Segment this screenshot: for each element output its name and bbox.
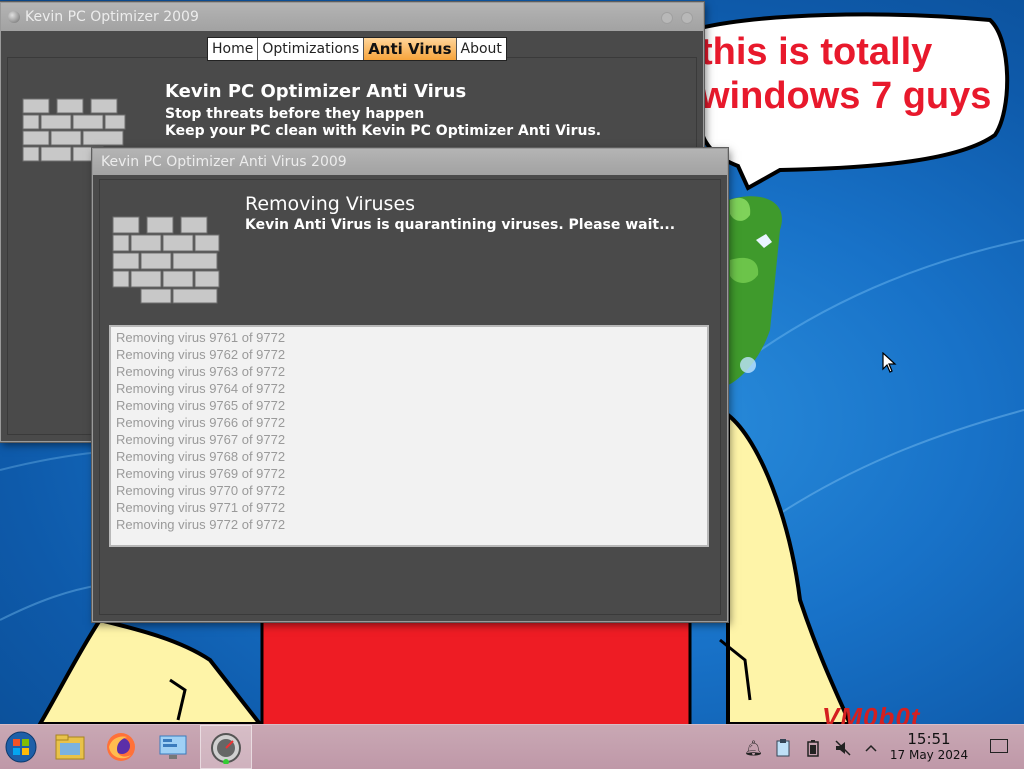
clipboard-icon[interactable]: [774, 739, 792, 757]
clock-time: 15:51: [907, 730, 951, 748]
taskbar: 🔔︎ 15:51 17 May 2024: [0, 724, 1024, 769]
volume-muted-icon[interactable]: [834, 739, 852, 757]
log-line: Removing virus 9765 of 9772: [116, 398, 286, 413]
clock-date: 17 May 2024: [889, 748, 969, 762]
virus-removal-log[interactable]: Removing virus 9761 of 9772 Removing viru…: [109, 325, 709, 547]
dialog-titlebar[interactable]: Kevin PC Optimizer Anti Virus 2009: [93, 149, 727, 175]
mouse-cursor-icon: [882, 352, 897, 373]
kevin-optimizer-taskbar-button[interactable]: [200, 725, 252, 769]
tab-home[interactable]: Home: [208, 38, 259, 60]
tab-about[interactable]: About: [456, 38, 506, 60]
log-line: Removing virus 9762 of 9772: [116, 347, 286, 362]
kevin-optimizer-icon: [211, 733, 241, 764]
notification-bell-icon[interactable]: 🔔︎: [744, 739, 763, 757]
log-line: Removing virus 9769 of 9772: [116, 466, 286, 481]
anti-virus-dialog: Kevin PC Optimizer Anti Virus 2009 Remov…: [92, 148, 728, 622]
minimize-button[interactable]: [661, 12, 673, 24]
file-manager-icon[interactable]: [54, 731, 86, 763]
battery-icon[interactable]: [804, 739, 822, 757]
dialog-heading: Removing Viruses: [245, 193, 416, 215]
tab-optimizations[interactable]: Optimizations: [258, 38, 365, 60]
main-tab-bar: Home Optimizations Anti Virus About: [207, 37, 507, 61]
start-orb-icon[interactable]: [5, 731, 37, 763]
firewall-brick-icon: [112, 216, 220, 304]
app-icon: [8, 11, 20, 23]
log-line: Removing virus 9763 of 9772: [116, 364, 286, 379]
close-button[interactable]: [681, 12, 693, 24]
tray-expand-chevron-icon[interactable]: [862, 739, 880, 757]
speech-bubble-line-1: this is totally: [700, 31, 933, 73]
dialog-title: Kevin PC Optimizer Anti Virus 2009: [101, 154, 347, 170]
log-line: Removing virus 9772 of 9772: [116, 517, 286, 532]
log-line: Removing virus 9771 of 9772: [116, 500, 286, 515]
show-desktop-button[interactable]: [990, 739, 1008, 753]
log-line: Removing virus 9768 of 9772: [116, 449, 286, 464]
main-window-title: Kevin PC Optimizer 2009: [25, 9, 199, 25]
control-panel-icon[interactable]: [157, 731, 189, 763]
log-line: Removing virus 9766 of 9772: [116, 415, 286, 430]
speech-bubble: this is totally windows 7 guys: [700, 30, 1000, 118]
log-line: Removing virus 9764 of 9772: [116, 381, 286, 396]
clock[interactable]: 15:51 17 May 2024: [884, 731, 974, 763]
tab-anti-virus[interactable]: Anti Virus: [364, 38, 457, 60]
desktop: this is totally windows 7 guys VM0b0t Ke…: [0, 0, 1024, 768]
main-window-titlebar[interactable]: Kevin PC Optimizer 2009: [1, 3, 703, 31]
firefox-icon[interactable]: [105, 731, 137, 763]
main-heading: Kevin PC Optimizer Anti Virus: [165, 81, 467, 102]
main-tagline-2: Keep your PC clean with Kevin PC Optimiz…: [165, 123, 602, 139]
log-line: Removing virus 9767 of 9772: [116, 432, 286, 447]
log-line: Removing virus 9770 of 9772: [116, 483, 286, 498]
dialog-status-text: Kevin Anti Virus is quarantining viruses…: [245, 217, 676, 233]
speech-bubble-line-2: windows 7 guys: [700, 75, 992, 117]
main-tagline-1: Stop threats before they happen: [165, 106, 425, 122]
log-line: Removing virus 9761 of 9772: [116, 330, 286, 345]
